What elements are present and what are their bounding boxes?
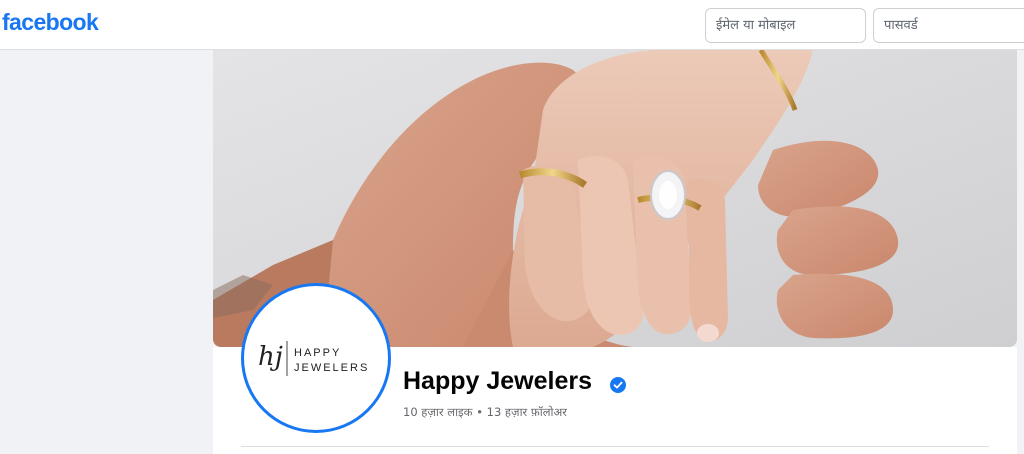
email-or-phone-input[interactable] [705,8,866,43]
page-title: Happy Jewelers [403,367,592,395]
header-divider [241,446,989,447]
profile-avatar[interactable]: hj HAPPY JEWELERS [241,283,391,433]
followers-count[interactable]: 13 हज़ार फ़ॉलोअर [487,405,567,419]
svg-text:HAPPY: HAPPY [294,347,341,359]
verified-badge-icon[interactable] [610,377,626,393]
facebook-logo[interactable]: facebook [2,9,99,36]
stats-separator: • [476,405,483,419]
happy-jewelers-logo-icon: hj HAPPY JEWELERS [258,341,369,376]
top-navigation-bar: facebook [0,0,1024,50]
avatar-logo: hj HAPPY JEWELERS [244,286,388,430]
password-input[interactable] [873,8,1024,43]
page-stats: 10 हज़ार लाइक • 13 हज़ार फ़ॉलोअर [403,405,567,420]
likes-count[interactable]: 10 हज़ार लाइक [403,405,473,419]
svg-text:hj: hj [258,342,283,372]
svg-text:JEWELERS: JEWELERS [294,362,369,374]
